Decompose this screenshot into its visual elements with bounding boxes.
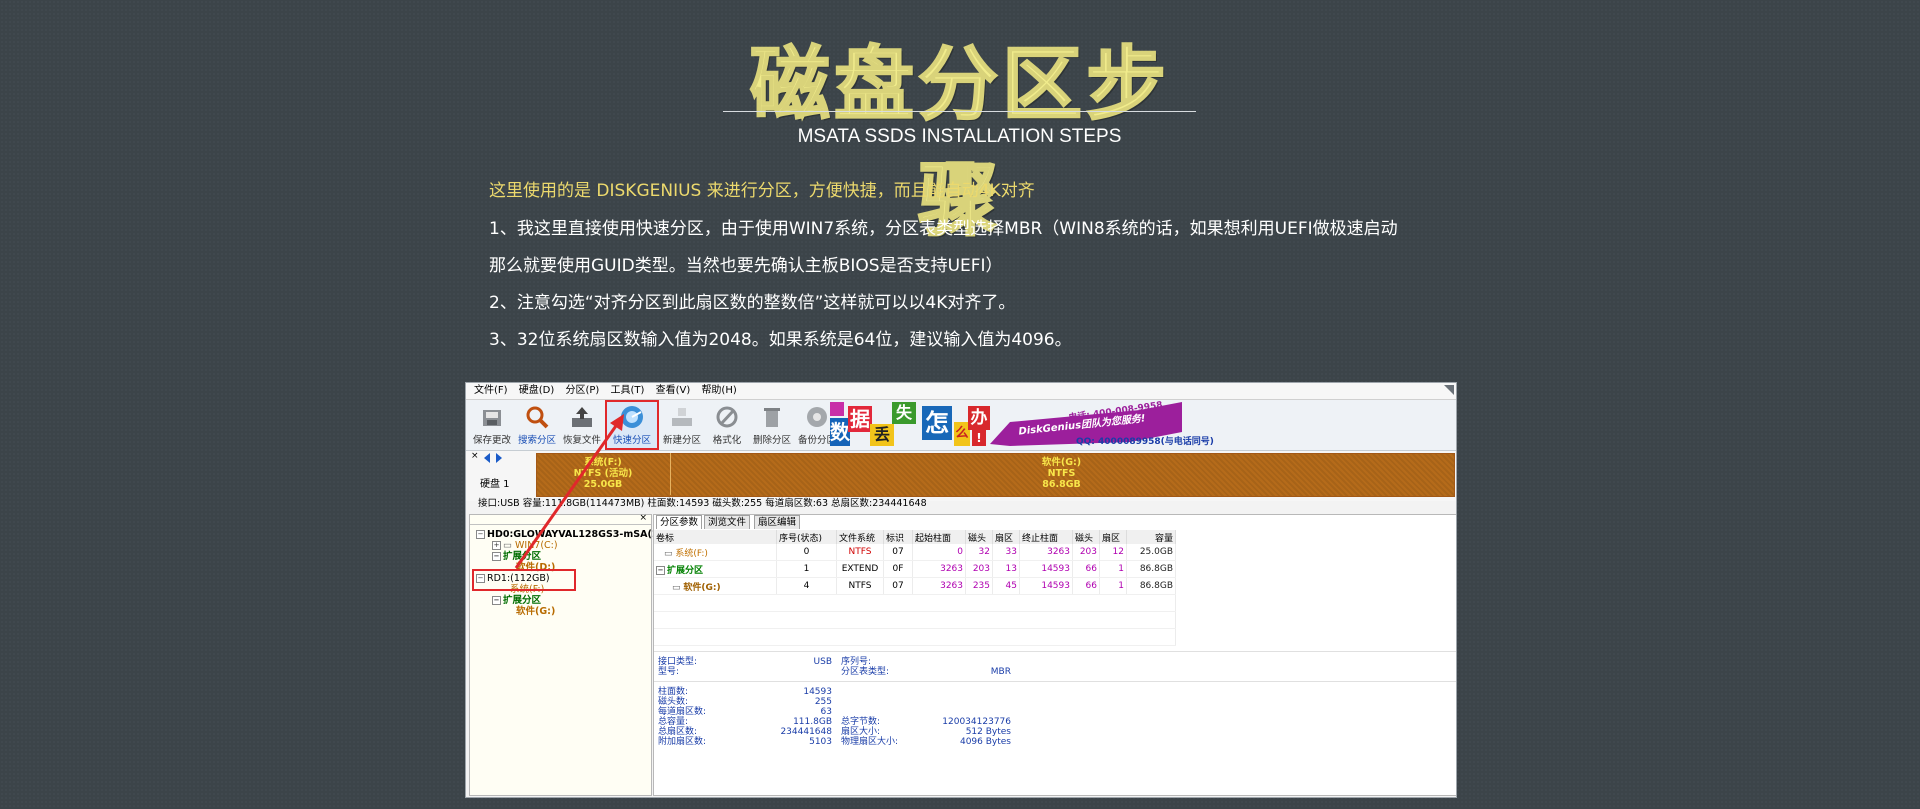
collapse-icon[interactable]: − <box>492 596 501 605</box>
segment-software[interactable]: 软件(G:) NTFS 86.8GB <box>670 457 1453 490</box>
tree-node-win7[interactable]: + ▭ WIN7(C:) <box>492 540 558 551</box>
partition-icon: ▭ <box>664 548 676 559</box>
close-icon[interactable]: × <box>471 451 479 461</box>
save-changes-button[interactable]: 保存更改 <box>470 402 514 448</box>
detail-physical-sector-size: 物理扇区大小: 4096 Bytes <box>841 737 1011 747</box>
banner-tile <box>830 402 844 416</box>
tree-header: × <box>470 513 651 525</box>
save-icon <box>483 410 501 426</box>
table-row <box>654 611 1176 629</box>
detail-sector-size: 扇区大小: 512 Bytes <box>841 727 1011 737</box>
tab-sector-editor[interactable]: 扇区编辑 <box>754 515 801 529</box>
disk-label: 硬盘 1 <box>480 479 510 490</box>
expand-icon[interactable]: + <box>492 541 501 550</box>
diskgenius-window: 文件(F) 硬盘(D) 分区(P) 工具(T) 查看(V) 帮助(H) 保存更改… <box>465 382 1457 798</box>
tab-browse-files[interactable]: 浏览文件 <box>704 515 751 529</box>
detail-interface: 接口类型: USB <box>658 657 832 667</box>
banner-char: 失 <box>892 402 916 424</box>
partition-icon: ▭ <box>503 540 515 551</box>
tree-node-extended-2[interactable]: − 扩展分区 <box>492 595 541 606</box>
table-row[interactable]: − 扩展分区 1 EXTEND 0F 3263 203 13 14593 66 1… <box>654 560 1176 578</box>
recover-icon <box>572 407 592 427</box>
details-divider <box>654 681 1456 682</box>
banner-char: 据 <box>848 406 872 432</box>
new-partition-button[interactable]: 新建分区 <box>660 402 704 448</box>
segment-system[interactable]: 系统(F:) NTFS (活动) 25.0GB <box>536 457 670 490</box>
detail-extra-sectors: 附加扇区数: 5103 <box>658 737 832 747</box>
paragraph-2: 2、注意勾选“对齐分区到此扇区数的整数倍”这样就可以以4K对齐了。 <box>489 293 1016 313</box>
partition-details-panel: 分区参数 浏览文件 扇区编辑 卷标 序号(状态) 文件系统 标识 起始柱面 磁头… <box>653 514 1456 796</box>
detail-heads: 磁头数: 255 <box>658 697 832 707</box>
collapse-icon[interactable]: − <box>492 552 501 561</box>
detail-cylinders: 柱面数: 14593 <box>658 687 832 697</box>
disk-tree-panel: × − HD0:GLOWAYVAL128GS3-mSA(112GB) + ▭ WIN… <box>469 513 691 796</box>
paragraph-1-cont: 那么就要使用GUID类型。当然也要先确认主板BIOS是否支持UEFI） <box>489 256 1003 276</box>
recover-files-button[interactable]: 恢复文件 <box>560 402 604 448</box>
collapse-icon[interactable]: − <box>656 565 665 575</box>
detail-sectors-per-track: 每道扇区数: 63 <box>658 707 832 717</box>
details-divider <box>654 651 1456 652</box>
format-button[interactable]: 格式化 <box>705 402 749 448</box>
quick-partition-icon <box>621 406 643 428</box>
detail-capacity: 总容量: 111.8GB <box>658 717 832 727</box>
table-row <box>654 628 1176 646</box>
search-partition-button[interactable]: 搜索分区 <box>515 402 559 448</box>
title-divider <box>723 111 1196 112</box>
detail-total-sectors: 总扇区数: 234441648 <box>658 727 832 737</box>
disk-info-line: 接口:USB 容量:111.8GB(114473MB) 柱面数:14593 磁头… <box>478 498 927 509</box>
table-row[interactable]: ▭ 系统(F:) 0 NTFS 07 0 32 33 3263 203 12 2… <box>654 544 1176 561</box>
partition-icon: ▭ <box>672 582 684 593</box>
menu-partition[interactable]: 分区(P) <box>565 383 599 399</box>
backup-icon <box>807 407 827 427</box>
banner-qq: QQ: 4000089958(与电话同号) <box>1076 437 1214 447</box>
prev-disk-icon[interactable] <box>484 453 490 463</box>
detail-total-bytes: 总字节数: 120034123776 <box>841 717 1011 727</box>
detail-serial: 序列号: <box>841 657 872 667</box>
tree-node-software-g[interactable]: 软件(G:) <box>516 606 555 617</box>
delete-partition-button[interactable]: 删除分区 <box>750 402 794 448</box>
page-subtitle: MSATA SSDS INSTALLATION STEPS <box>797 126 1122 147</box>
tab-partition-params[interactable]: 分区参数 <box>656 515 703 529</box>
corner-grip-icon <box>1444 385 1454 395</box>
intro-text: 这里使用的是 DISKGENIUS 来进行分区，方便快捷，而且能自动4K对齐 <box>489 181 1035 201</box>
banner-char: 丢 <box>870 424 894 446</box>
table-header: 卷标 序号(状态) 文件系统 标识 起始柱面 磁头 扇区 终止柱面 磁头 扇区 … <box>654 530 1176 544</box>
banner-char: 数 <box>830 418 850 446</box>
banner-char: 办 <box>968 406 990 430</box>
tree-node-extended[interactable]: − 扩展分区 <box>492 551 541 562</box>
menu-file[interactable]: 文件(F) <box>474 383 508 399</box>
collapse-icon[interactable]: − <box>476 530 485 539</box>
table-row <box>654 594 1176 612</box>
next-disk-icon[interactable] <box>496 453 502 463</box>
detail-partition-table: 分区表类型: MBR <box>841 667 1011 677</box>
menu-tools[interactable]: 工具(T) <box>610 383 644 399</box>
banner-char: ! <box>972 430 986 446</box>
menu-bar: 文件(F) 硬盘(D) 分区(P) 工具(T) 查看(V) 帮助(H) <box>466 383 1456 400</box>
menu-view[interactable]: 查看(V) <box>656 383 691 399</box>
menu-help[interactable]: 帮助(H) <box>701 383 736 399</box>
partition-table: 卷标 序号(状态) 文件系统 标识 起始柱面 磁头 扇区 终止柱面 磁头 扇区 … <box>654 530 1176 646</box>
table-row[interactable]: ▭ 软件(G:) 4 NTFS 07 3263 235 45 14593 66 … <box>654 577 1176 595</box>
advertisement-banner[interactable]: 数 据 丢 失 怎 么 办 ! 电话: 400-008-9958 DiskGen… <box>830 400 1230 448</box>
new-partition-icon <box>672 408 692 426</box>
menu-disk[interactable]: 硬盘(D) <box>519 383 555 399</box>
detail-model: 型号: <box>658 667 680 677</box>
search-icon <box>526 406 549 429</box>
quick-partition-button[interactable]: 快速分区 <box>605 400 659 450</box>
format-icon <box>716 406 738 428</box>
highlight-box <box>472 569 576 591</box>
close-icon[interactable]: × <box>639 513 647 523</box>
delete-icon <box>764 408 780 427</box>
paragraph-3: 3、32位系统扇区数输入值为2048。如果系统是64位，建议输入值为4096。 <box>489 330 1072 350</box>
banner-char: 怎 <box>922 406 952 440</box>
paragraph-1: 1、我这里直接使用快速分区，由于使用WIN7系统，分区表类型选择MBR（WIN8… <box>489 219 1398 239</box>
toolbar: 保存更改 搜索分区 恢复文件 快速分区 新建分区 格式化 删除分区 备份分区 数… <box>466 400 1456 451</box>
